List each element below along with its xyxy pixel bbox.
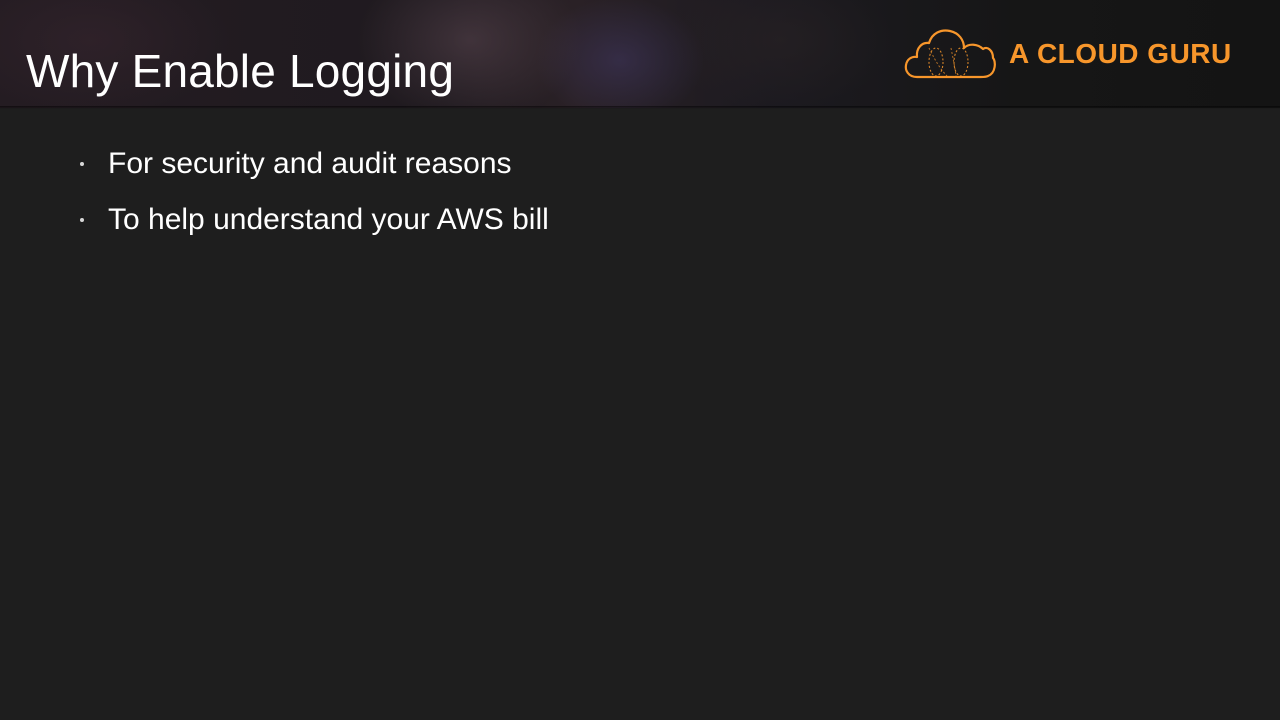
bullet-text: For security and audit reasons [108, 147, 512, 180]
bullet-icon [80, 162, 84, 166]
slide-header: Why Enable Logging A CLOUD GURU [0, 0, 1280, 108]
brand-logo: A CLOUD GURU [903, 28, 1243, 82]
slide: Why Enable Logging A CLOUD GURU For secu… [0, 0, 1280, 720]
bullet-text: To help understand your AWS bill [108, 203, 549, 236]
brand-name: A CLOUD GURU [1009, 38, 1232, 69]
header-divider [0, 106, 1280, 109]
slide-title: Why Enable Logging [26, 45, 455, 97]
cloud-icon [904, 29, 996, 79]
bullet-icon [80, 218, 84, 222]
